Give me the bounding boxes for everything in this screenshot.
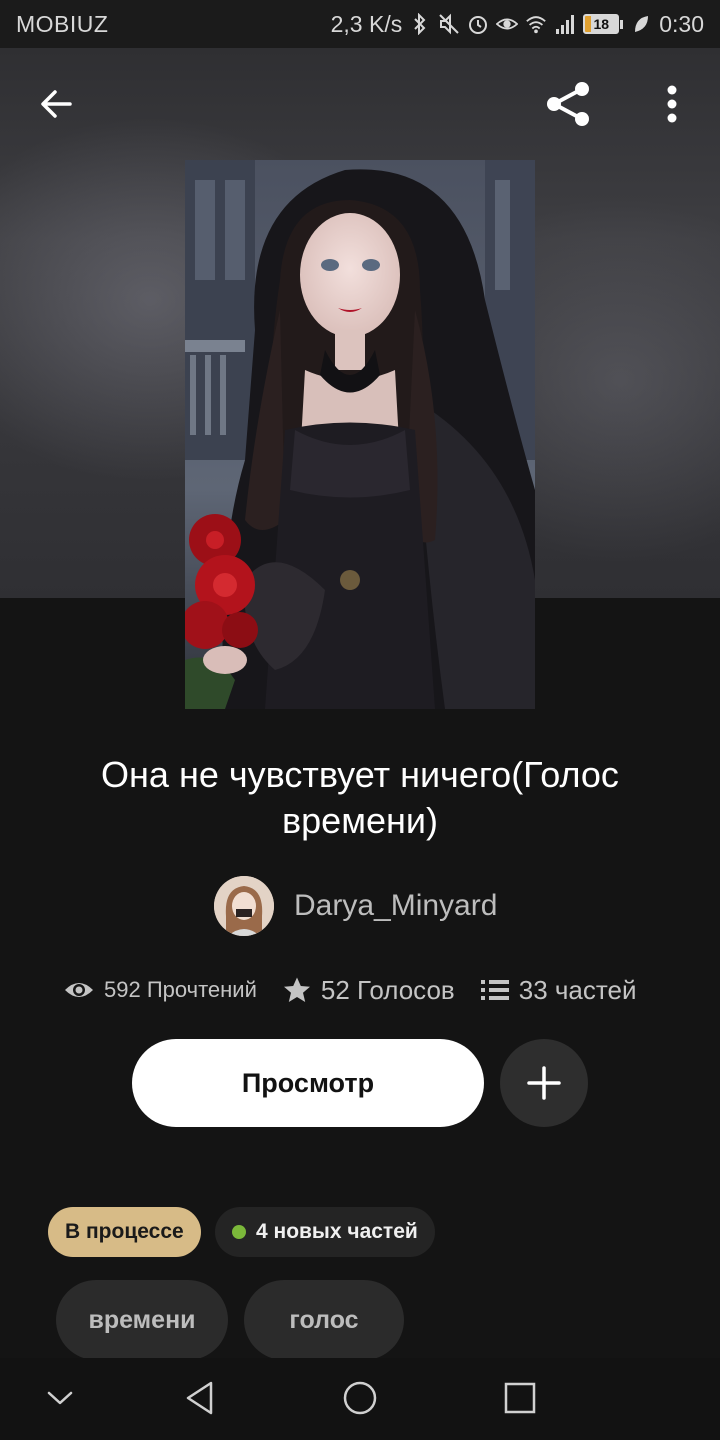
- back-triangle-icon: [186, 1381, 213, 1415]
- battery-level: 18: [583, 14, 620, 34]
- tag-chip[interactable]: времени: [56, 1280, 228, 1360]
- status-icons: 2,3 K/s 18 0:30: [331, 11, 704, 38]
- share-button[interactable]: [540, 76, 596, 132]
- bluetooth-icon: [409, 13, 431, 35]
- more-options-button[interactable]: [644, 76, 700, 132]
- list-icon: [480, 980, 509, 1000]
- story-title: Она не чувствует ничего(Голос времени): [101, 754, 619, 841]
- nav-back-button[interactable]: [170, 1368, 230, 1428]
- share-icon: [547, 82, 589, 126]
- cover-image[interactable]: [185, 160, 535, 709]
- reads-stat: 592 Прочтений: [64, 977, 257, 1003]
- votes-count: 52 Голосов: [320, 974, 455, 1005]
- author-link[interactable]: Darya_Minyard: [214, 876, 497, 936]
- status-bar: MOBIUZ 2,3 K/s 18 0:30: [0, 0, 720, 48]
- wifi-icon: [525, 13, 547, 35]
- back-button[interactable]: [28, 76, 84, 132]
- eye-icon: [65, 983, 93, 997]
- avatar: [214, 876, 274, 936]
- home-circle-icon: [343, 1381, 377, 1415]
- plus-icon: [527, 1066, 561, 1100]
- arrow-left-icon: [41, 90, 72, 118]
- signal-icon: [554, 13, 576, 35]
- tag-chip[interactable]: голос: [244, 1280, 404, 1360]
- network-speed: 2,3 K/s: [330, 10, 403, 37]
- carrier-label: MOBIUZ: [16, 10, 109, 37]
- recents-square-icon: [504, 1382, 536, 1414]
- votes-stat: 52 Голосов: [283, 975, 455, 1006]
- more-vertical-icon: [667, 85, 677, 123]
- alarm-icon: [467, 13, 489, 35]
- parts-stat: 33 частей: [480, 974, 637, 1006]
- nav-recents-button[interactable]: [490, 1368, 550, 1428]
- eye-comfort-icon: [496, 13, 519, 35]
- collapse-nav-button[interactable]: [30, 1368, 90, 1428]
- story-stats: 592 Прочтений 52 Голосов 33 частей: [64, 968, 664, 1012]
- new-indicator-dot: [232, 1225, 246, 1239]
- reads-count: 592 Прочтений: [104, 977, 257, 1002]
- leaf-icon: [630, 13, 652, 35]
- new-parts-label: 4 новых частей: [256, 1220, 418, 1243]
- author-name: Darya_Minyard: [294, 889, 498, 922]
- chevron-down-icon: [47, 1391, 73, 1405]
- star-icon: [283, 977, 310, 1002]
- battery-icon: 18: [583, 14, 624, 34]
- parts-count: 33 частей: [518, 974, 637, 1005]
- nav-home-button[interactable]: [330, 1368, 390, 1428]
- read-button[interactable]: Просмотр: [132, 1039, 484, 1127]
- new-parts-badge: 4 новых частей: [215, 1207, 435, 1257]
- status-badge: В процессе: [48, 1207, 201, 1257]
- add-to-library-button[interactable]: [500, 1039, 588, 1127]
- system-navigation-bar: [0, 1358, 720, 1440]
- mute-icon: [438, 13, 460, 35]
- clock: 0:30: [659, 10, 704, 37]
